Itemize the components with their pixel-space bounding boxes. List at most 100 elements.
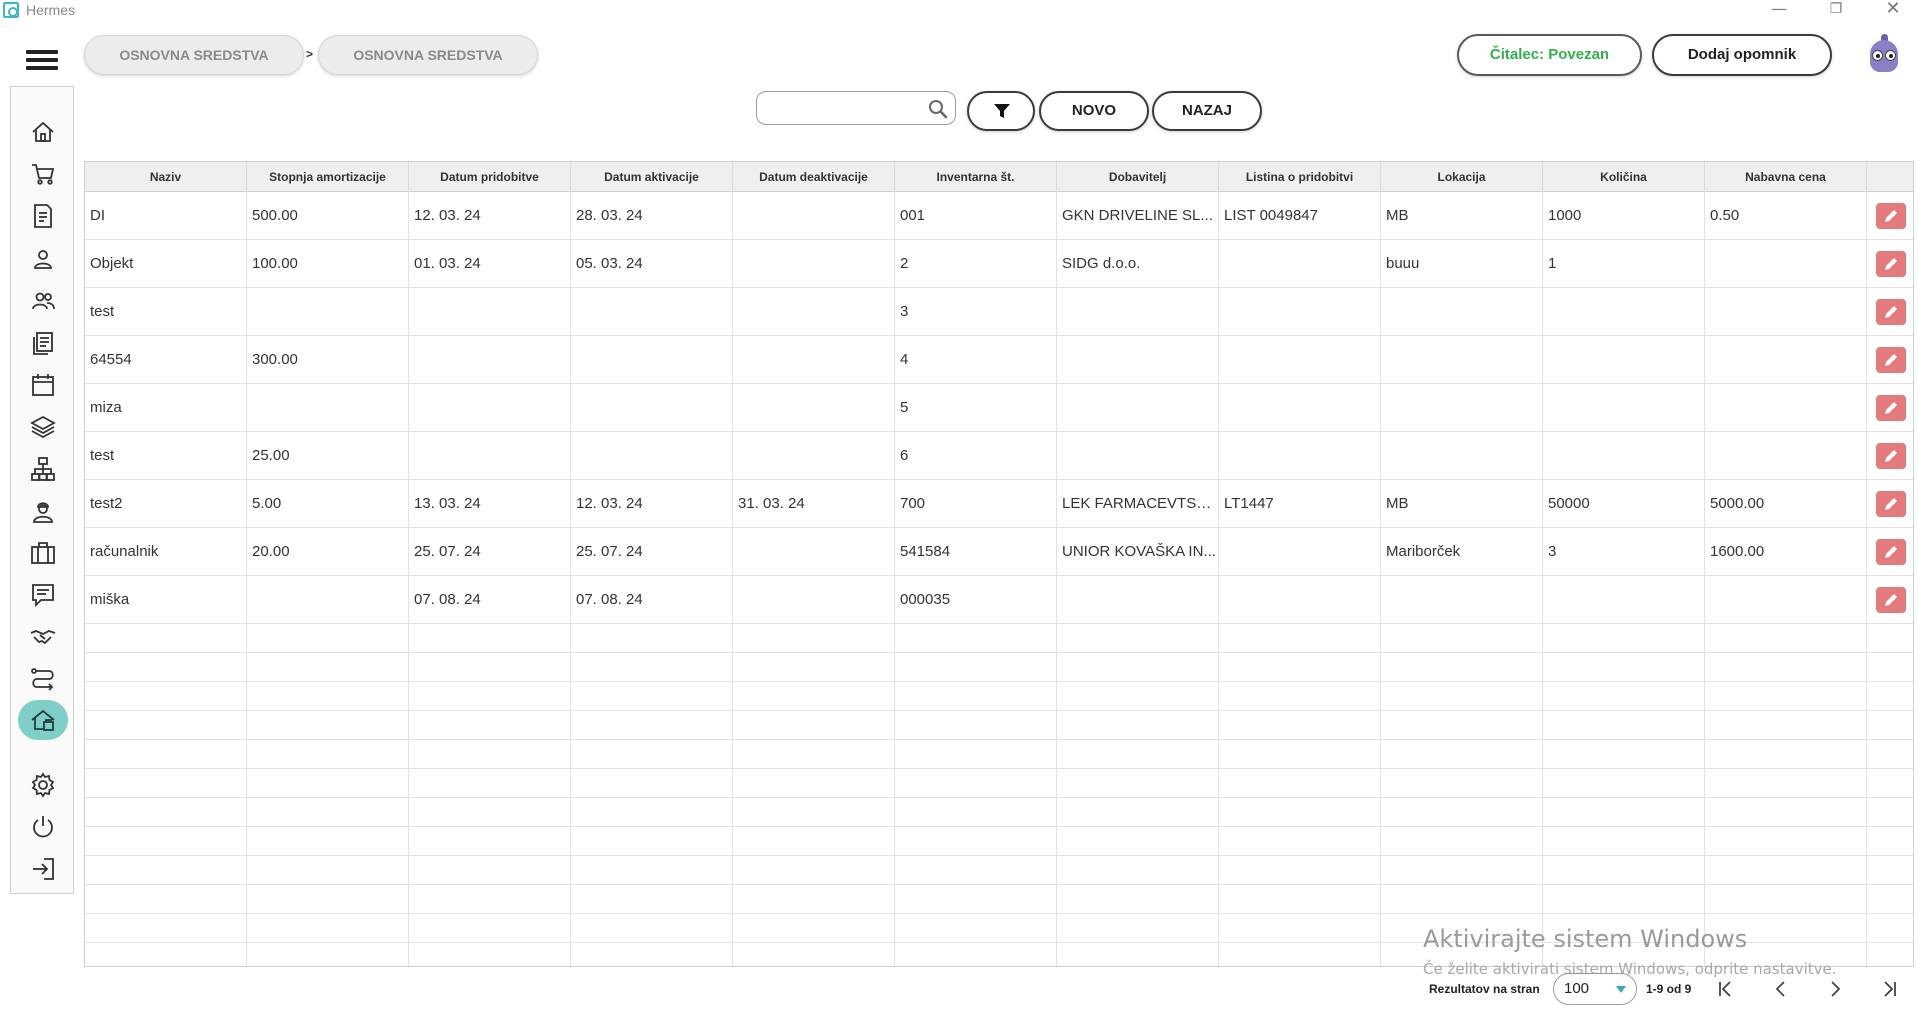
table-cell xyxy=(733,336,895,384)
table-row[interactable]: računalnik 20.00 25. 07. 24 25. 07. 24 54158… xyxy=(85,528,1913,576)
table-cell: 12. 03. 24 xyxy=(409,192,571,240)
next-page-button[interactable] xyxy=(1822,976,1848,1002)
breadcrumb-item-1[interactable]: OSNOVNA SREDSTVA xyxy=(84,35,304,75)
minimize-button[interactable]: — xyxy=(1756,0,1802,20)
sidebar-item-records[interactable] xyxy=(25,325,61,361)
back-button[interactable]: NAZAJ xyxy=(1152,91,1262,131)
edit-row-button[interactable] xyxy=(1876,443,1906,469)
table-cell xyxy=(1057,384,1219,432)
maximize-button[interactable]: ❐ xyxy=(1813,0,1859,20)
first-page-button[interactable] xyxy=(1713,976,1739,1002)
table-cell xyxy=(1543,288,1705,336)
table-cell: LT1447 xyxy=(1219,480,1381,528)
sidebar-item-documents[interactable] xyxy=(25,198,61,234)
table-cell: 25. 07. 24 xyxy=(409,528,571,576)
table-row[interactable]: DI 500.00 12. 03. 24 28. 03. 24 001 GKN DRIVE… xyxy=(85,192,1913,240)
table-cell xyxy=(733,384,895,432)
column-divider xyxy=(408,192,409,966)
table-row[interactable]: test 3 xyxy=(85,288,1913,336)
column-header[interactable]: Inventarna št. xyxy=(895,162,1057,192)
edit-row-button[interactable] xyxy=(1876,251,1906,277)
sidebar-item-hierarchy[interactable] xyxy=(25,451,61,487)
empty-row xyxy=(85,682,1913,711)
table-row[interactable]: 64554 300.00 4 xyxy=(85,336,1913,384)
table-cell: 13. 03. 24 xyxy=(409,480,571,528)
sidebar-item-calendar[interactable] xyxy=(25,367,61,403)
table-cell xyxy=(1057,336,1219,384)
column-header[interactable]: Stopnja amortizacije xyxy=(247,162,409,192)
table-cell xyxy=(247,384,409,432)
search-input[interactable] xyxy=(756,91,956,125)
reader-status-button[interactable]: Čitalec: Povezan xyxy=(1457,34,1642,76)
column-divider xyxy=(1866,192,1867,966)
table-cell: 28. 03. 24 xyxy=(571,192,733,240)
column-header[interactable]: Datum deaktivacije xyxy=(733,162,895,192)
table-cell: 1000 xyxy=(1543,192,1705,240)
sidebar-item-routes[interactable] xyxy=(25,661,61,697)
column-header[interactable]: Nabavna cena xyxy=(1705,162,1867,192)
table-cell xyxy=(1219,432,1381,480)
last-page-button[interactable] xyxy=(1876,976,1902,1002)
menu-icon[interactable] xyxy=(26,50,58,70)
breadcrumb-item-2[interactable]: OSNOVNA SREDSTVA xyxy=(318,35,538,75)
edit-row-button[interactable] xyxy=(1876,587,1906,613)
edit-row-button[interactable] xyxy=(1876,395,1906,421)
sidebar-item-logout[interactable] xyxy=(25,851,61,887)
close-window-button[interactable]: ✕ xyxy=(1870,0,1916,20)
table-row[interactable]: Objekt 100.00 01. 03. 24 05. 03. 24 2 SIDG d.… xyxy=(85,240,1913,288)
table-cell: 000035 xyxy=(895,576,1057,624)
new-button[interactable]: NOVO xyxy=(1039,91,1149,131)
cart-icon xyxy=(32,164,55,185)
empty-row xyxy=(85,740,1913,769)
add-reminder-button[interactable]: Dodaj opomnik xyxy=(1652,34,1832,76)
sidebar-item-settings[interactable] xyxy=(25,767,61,803)
filter-button[interactable] xyxy=(967,91,1035,131)
table-cell: 001 xyxy=(895,192,1057,240)
table-cell: 6 xyxy=(895,432,1057,480)
column-header[interactable]: Datum aktivacije xyxy=(571,162,733,192)
table-cell: SIDG d.o.o. xyxy=(1057,240,1219,288)
column-header[interactable]: Dobavitelj xyxy=(1057,162,1219,192)
search-icon[interactable] xyxy=(928,99,948,119)
sidebar-item-power[interactable] xyxy=(25,809,61,845)
sidebar-item-partners[interactable] xyxy=(25,619,61,655)
sidebar-item-assets[interactable] xyxy=(18,700,68,740)
chat-icon xyxy=(32,584,54,608)
column-header[interactable]: Količina xyxy=(1543,162,1705,192)
per-page-value: 100 xyxy=(1564,980,1590,997)
sidebar-item-cart[interactable] xyxy=(25,156,61,192)
document-icon xyxy=(34,204,52,228)
table-row[interactable]: test 25.00 6 xyxy=(85,432,1913,480)
table-row[interactable]: miza 5 xyxy=(85,384,1913,432)
table-cell xyxy=(1543,384,1705,432)
column-header[interactable]: Naziv xyxy=(85,162,247,192)
mascot-avatar-icon[interactable] xyxy=(1866,34,1902,74)
edit-row-button[interactable] xyxy=(1876,491,1906,517)
column-header[interactable]: Datum pridobitve xyxy=(409,162,571,192)
person-icon xyxy=(34,250,52,269)
previous-page-button[interactable] xyxy=(1768,976,1794,1002)
edit-row-button[interactable] xyxy=(1876,347,1906,373)
table-cell xyxy=(1543,432,1705,480)
actions-column-header xyxy=(1867,162,1913,192)
edit-row-button[interactable] xyxy=(1876,203,1906,229)
gear-icon xyxy=(31,772,55,798)
table-row[interactable]: miška 07. 08. 24 07. 08. 24 000035 xyxy=(85,576,1913,624)
sidebar-item-chat[interactable] xyxy=(25,577,61,613)
sidebar-item-home[interactable] xyxy=(25,114,61,150)
sidebar-item-briefcase[interactable] xyxy=(25,535,61,571)
table-cell xyxy=(733,576,895,624)
sidebar-item-person[interactable] xyxy=(25,241,61,277)
edit-row-button[interactable] xyxy=(1876,299,1906,325)
per-page-select[interactable]: 100 xyxy=(1553,973,1637,1005)
title-bar: Hermes — ❐ ✕ xyxy=(0,0,1918,20)
table-row[interactable]: test2 5.00 13. 03. 24 12. 03. 24 31. 03. 24 7… xyxy=(85,480,1913,528)
edit-row-button[interactable] xyxy=(1876,539,1906,565)
column-header[interactable]: Lokacija xyxy=(1381,162,1543,192)
column-header[interactable]: Listina o pridobitvi xyxy=(1219,162,1381,192)
empty-row xyxy=(85,711,1913,740)
sidebar-item-layers[interactable] xyxy=(25,409,61,445)
sidebar-item-workers[interactable] xyxy=(25,493,61,529)
sidebar-item-people[interactable] xyxy=(25,283,61,319)
table-cell xyxy=(409,336,571,384)
